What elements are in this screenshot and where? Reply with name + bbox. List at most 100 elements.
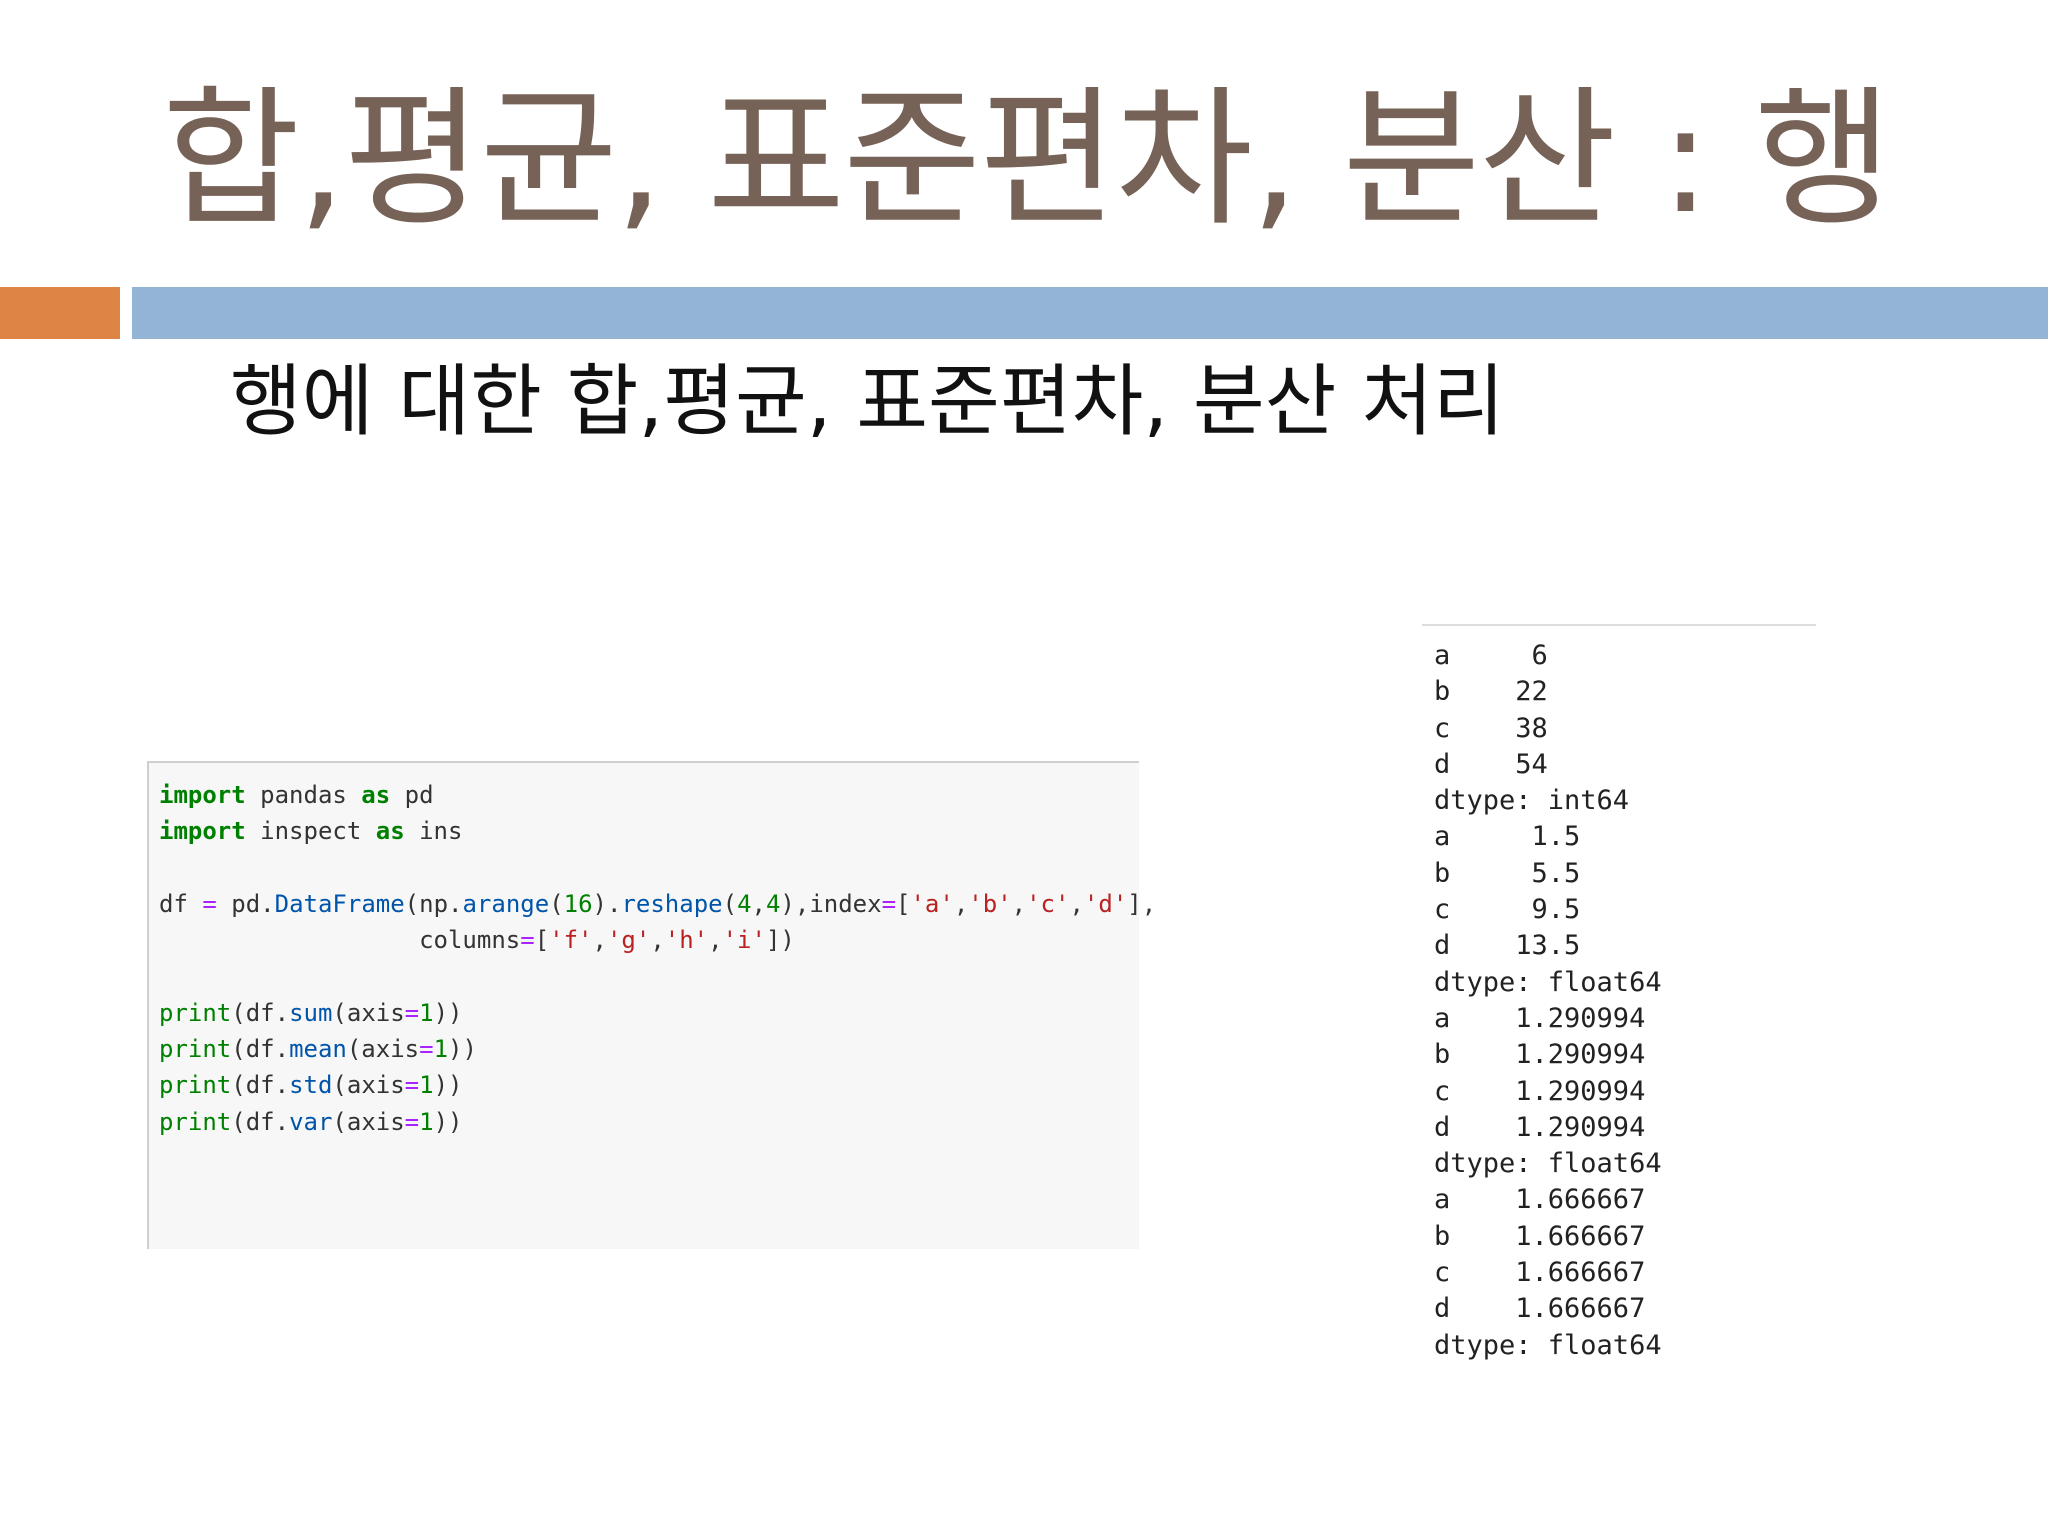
code-text: ) bbox=[592, 889, 607, 918]
code-text: )) bbox=[433, 998, 463, 1027]
code-text: , bbox=[953, 889, 969, 918]
code-text: columns bbox=[159, 926, 521, 955]
output-line: dtype: float64 bbox=[1434, 1148, 1662, 1180]
output-line: c 1.666667 bbox=[1434, 1257, 1646, 1289]
output-line: d 1.290994 bbox=[1434, 1111, 1646, 1143]
code-number: 1 bbox=[419, 1071, 434, 1100]
output-line: a 6 bbox=[1434, 640, 1548, 671]
output-line: b 22 bbox=[1434, 676, 1548, 708]
output-line: dtype: float64 bbox=[1434, 966, 1662, 998]
code-text: (np bbox=[404, 889, 449, 918]
code-string: 'b' bbox=[968, 889, 1012, 918]
code-text: (axis bbox=[332, 1071, 405, 1100]
code-keyword: as bbox=[375, 817, 405, 846]
code-text: . bbox=[260, 889, 275, 918]
code-text: inspect bbox=[245, 817, 376, 846]
code-text: (axis bbox=[346, 1035, 420, 1064]
code-text: , bbox=[1011, 889, 1027, 918]
code-text: . bbox=[274, 1071, 290, 1100]
code-text: pd bbox=[216, 889, 261, 918]
output-line: d 13.5 bbox=[1434, 930, 1581, 962]
code-operator: = bbox=[404, 1107, 420, 1136]
code-text: ( bbox=[549, 889, 564, 918]
code-builtin: print bbox=[159, 1035, 232, 1064]
code-text: df bbox=[159, 889, 203, 918]
code-text: ], bbox=[1127, 889, 1157, 918]
code-text: pd bbox=[390, 781, 434, 809]
code-operator: = bbox=[419, 1035, 434, 1064]
code-keyword: import bbox=[159, 817, 246, 846]
code-number: 1 bbox=[433, 1035, 449, 1064]
code-line-10: print(df.var(axis=1)) bbox=[159, 1104, 1139, 1140]
code-attr: mean bbox=[289, 1035, 347, 1064]
code-keyword: as bbox=[361, 781, 391, 809]
code-string: 'g' bbox=[606, 926, 651, 955]
code-text: ]) bbox=[765, 926, 795, 955]
output-line: b 5.5 bbox=[1434, 857, 1581, 889]
output-line: c 38 bbox=[1434, 712, 1548, 744]
output-line: b 1.290994 bbox=[1434, 1039, 1646, 1071]
code-text: ins bbox=[404, 817, 463, 846]
code-attr: reshape bbox=[621, 889, 723, 918]
output-line: c 9.5 bbox=[1434, 894, 1581, 926]
code-line-8: print(df.mean(axis=1)) bbox=[159, 1031, 1139, 1067]
output-line: d 1.666667 bbox=[1434, 1293, 1646, 1325]
code-line-4: df = pd.DataFrame(np.arange(16).reshape(… bbox=[159, 886, 1156, 922]
code-text: (df bbox=[231, 998, 275, 1027]
code-text: , bbox=[708, 926, 723, 955]
code-operator: = bbox=[404, 998, 420, 1027]
code-text: (df bbox=[231, 1107, 275, 1136]
code-operator: = bbox=[520, 926, 535, 955]
code-text: , bbox=[751, 889, 766, 918]
code-attr: sum bbox=[289, 998, 333, 1027]
code-number: 1 bbox=[419, 1107, 434, 1136]
output-line: b 1.666667 bbox=[1434, 1220, 1646, 1252]
code-attr: std bbox=[289, 1071, 333, 1100]
code-string: 'f' bbox=[549, 926, 593, 955]
code-text: [ bbox=[534, 926, 550, 955]
output-line: a 1.290994 bbox=[1434, 1002, 1646, 1034]
code-builtin: print bbox=[159, 1071, 232, 1100]
code-attr: var bbox=[289, 1107, 333, 1136]
accent-bar-blue bbox=[132, 287, 2048, 339]
code-text: . bbox=[274, 1035, 290, 1064]
output-line: c 1.290994 bbox=[1434, 1075, 1646, 1107]
code-number: 4 bbox=[737, 889, 752, 918]
code-text: , bbox=[650, 926, 665, 955]
code-number: 4 bbox=[765, 889, 781, 918]
code-string: 'c' bbox=[1026, 889, 1070, 918]
output-line: a 1.5 bbox=[1434, 821, 1581, 853]
code-line-1: import pandas as pd bbox=[159, 777, 1139, 813]
code-string: 'a' bbox=[910, 889, 954, 918]
code-operator: = bbox=[881, 889, 897, 918]
code-builtin: print bbox=[159, 1107, 232, 1136]
output-line: dtype: int64 bbox=[1434, 785, 1630, 817]
code-string: 'h' bbox=[664, 926, 709, 955]
code-text: pandas bbox=[245, 781, 362, 809]
code-attr: DataFrame bbox=[274, 889, 405, 918]
code-text: . bbox=[274, 1107, 290, 1136]
code-text: [ bbox=[896, 889, 911, 918]
code-text: . bbox=[607, 889, 622, 918]
code-line-2: import inspect as ins bbox=[159, 813, 1139, 849]
code-text: )) bbox=[448, 1035, 477, 1064]
code-cell: import pandas as pd import inspect as in… bbox=[147, 761, 1156, 1249]
code-text: , bbox=[1069, 889, 1084, 918]
output-line: dtype: float64 bbox=[1434, 1329, 1662, 1361]
code-text: (axis bbox=[332, 998, 405, 1027]
output-line: a 1.666667 bbox=[1434, 1184, 1646, 1216]
slide-title: 합,평균, 표준편차, 분산 : 행 bbox=[162, 73, 1892, 247]
code-text: . bbox=[274, 998, 290, 1027]
code-keyword: import bbox=[159, 781, 246, 809]
output-cell: a 6 b 22 c 38 d 54 dtype: int64 a 1.5 b … bbox=[1422, 624, 1816, 1364]
code-builtin: print bbox=[159, 998, 232, 1027]
output-line: d 54 bbox=[1434, 748, 1548, 780]
code-attr: arange bbox=[462, 889, 550, 918]
code-text: ),index bbox=[780, 889, 882, 918]
code-text: )) bbox=[433, 1107, 463, 1136]
code-text: , bbox=[592, 926, 607, 955]
code-line-9: print(df.std(axis=1)) bbox=[159, 1067, 1139, 1103]
code-text: (df bbox=[231, 1071, 275, 1100]
